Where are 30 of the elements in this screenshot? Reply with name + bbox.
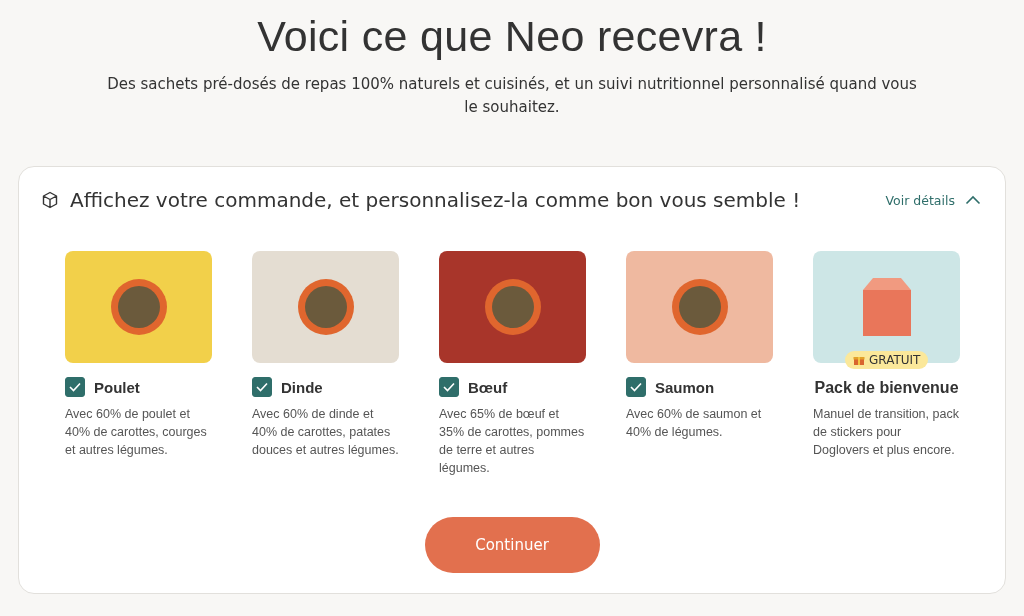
- recipe-name: Dinde: [281, 378, 323, 396]
- bowl-icon: [109, 278, 168, 336]
- checkbox[interactable]: [252, 377, 272, 397]
- checkbox[interactable]: [626, 377, 646, 397]
- bowl-icon: [670, 278, 729, 336]
- box-icon: [41, 191, 59, 209]
- check-icon: [630, 382, 642, 392]
- pack-name: Pack de bienvenue: [813, 379, 960, 397]
- recipe-name: Bœuf: [468, 378, 508, 396]
- checkbox[interactable]: [65, 377, 85, 397]
- continue-button[interactable]: Continuer: [424, 517, 600, 573]
- recipe-name: Saumon: [655, 378, 715, 396]
- item-description: Avec 60% de dinde et 40% de carottes, patates douces et autres légumes.: [252, 406, 399, 459]
- check-icon: [443, 382, 455, 392]
- page-heading: Voici ce que Neo recevra !: [257, 12, 767, 61]
- badge-text: GRATUIT: [869, 353, 921, 367]
- recipe-name: Poulet: [94, 378, 140, 396]
- item-description: Avec 60% de poulet et 40% de carottes, courges et autres légumes.: [65, 406, 208, 459]
- details-link[interactable]: Voir détails: [885, 192, 981, 208]
- bowl-icon: [296, 278, 355, 336]
- item-description: Avec 60% de saumon et 40% de légumes.: [626, 406, 763, 441]
- page-subtitle: Des sachets pré-dosés de repas 100% naturels et cuisinés, et un suivi nutritionnel personnalisé quand vous le souhaitez.: [107, 74, 917, 118]
- card-title: Affichez votre commande, et personnalisez-la comme bon vous semble !: [70, 188, 802, 212]
- item-description: Manuel de transition, pack de stickers pour Doglovers et plus encore.: [813, 406, 960, 459]
- check-icon: [69, 382, 81, 392]
- item-description: Avec 65% de bœuf et 35% de carottes, pommes de terre et autres légumes.: [439, 406, 586, 477]
- checkbox[interactable]: [439, 377, 459, 397]
- bowl-icon: [483, 278, 542, 336]
- check-icon: [256, 382, 268, 392]
- gift-icon: [853, 354, 865, 366]
